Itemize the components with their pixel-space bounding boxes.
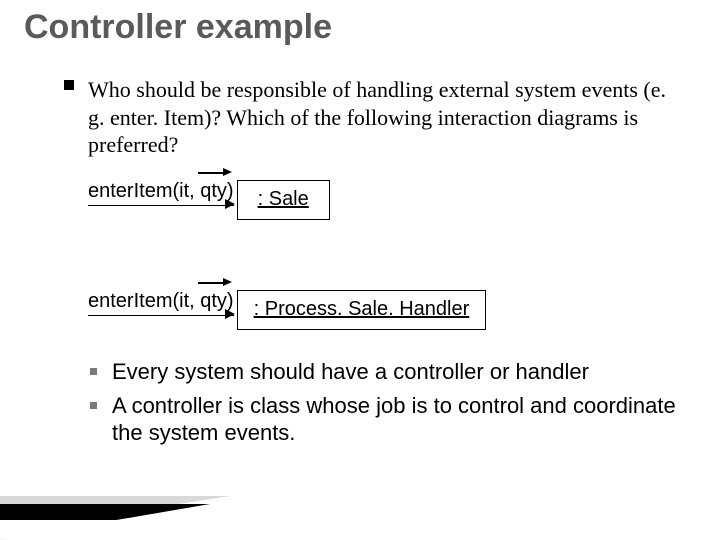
intro-text: Who should be responsible of handling ex… [88,76,680,159]
found-message-arrow-icon [198,278,232,288]
sub-bullets: Every system should have a controller or… [88,358,676,453]
interaction-diagram-2: enterItem(it, qty) : Process. Sale. Hand… [88,290,486,330]
arrowhead-icon [225,309,235,319]
object-box: : Sale [237,180,330,220]
message-label: enterItem(it, qty) [88,180,234,206]
square-bullet-icon [64,80,74,90]
interaction-diagram-1: enterItem(it, qty) : Sale [88,180,330,220]
found-message-arrow-icon [198,168,232,178]
arrowhead-icon [225,199,235,209]
message-arrow: enterItem(it, qty) [88,180,234,203]
sub-bullet-text: A controller is class whose job is to co… [112,393,676,446]
object-box: : Process. Sale. Handler [237,290,487,330]
object-name: : Process. Sale. Handler [248,298,476,320]
slide-title: Controller example [24,8,332,47]
sub-bullet-item: A controller is class whose job is to co… [112,392,676,447]
message-arrow: enterItem(it, qty) [88,290,234,313]
square-bullet-icon [90,402,97,409]
corner-decoration-icon [0,450,250,540]
object-name: : Sale [252,188,315,210]
intro-bullet: Who should be responsible of handling ex… [64,76,680,159]
sub-bullet-item: Every system should have a controller or… [112,358,676,386]
slide: Controller example Who should be respons… [0,0,720,540]
message-label: enterItem(it, qty) [88,290,234,316]
sub-bullet-text: Every system should have a controller or… [112,359,589,384]
square-bullet-icon [90,368,97,375]
